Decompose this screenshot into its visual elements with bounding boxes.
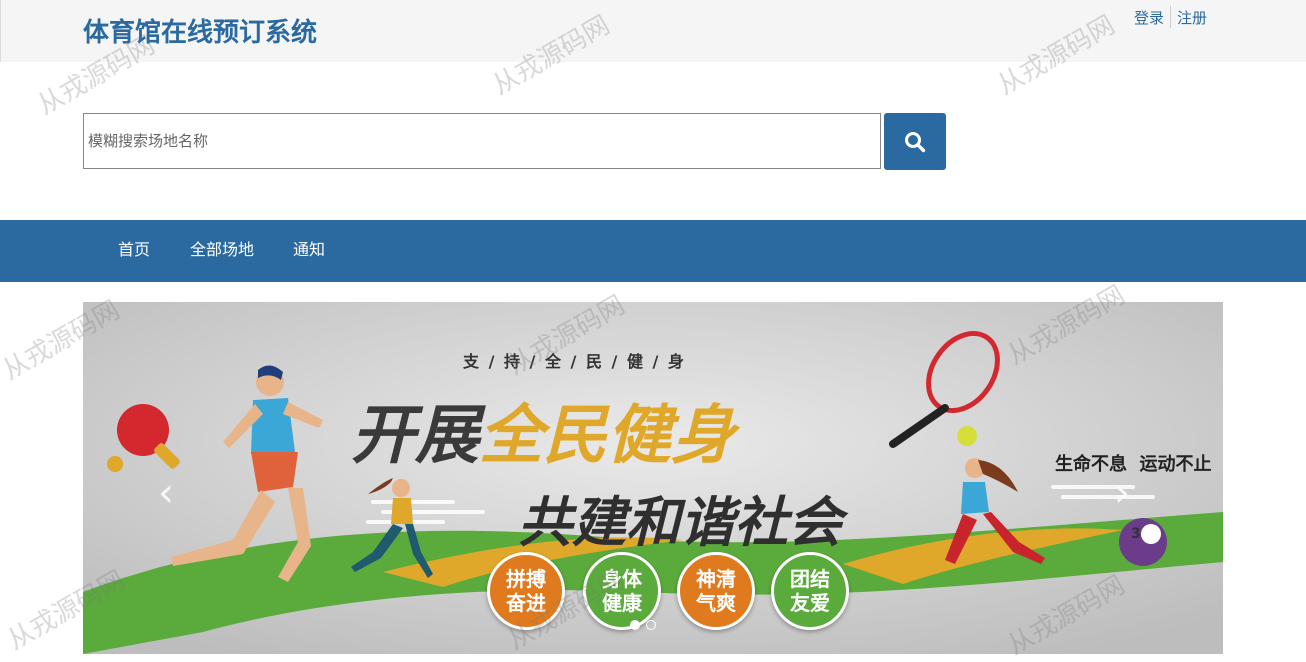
badge-4-line2: 友爱 bbox=[790, 591, 830, 615]
badge-3: 神清 气爽 bbox=[677, 552, 755, 630]
badge-4: 团结 友爱 bbox=[771, 552, 849, 630]
billiard-ball-icon bbox=[1119, 518, 1167, 566]
nav-item-all-venues[interactable]: 全部场地 bbox=[190, 220, 254, 282]
site-title[interactable]: 体育馆在线预订系统 bbox=[83, 12, 317, 49]
banner-subheadline: 共建和谐社会 bbox=[518, 491, 842, 554]
search-bar bbox=[83, 113, 946, 170]
banner-top-text: 支 / 持 / 全 / 民 / 健 / 身 bbox=[463, 352, 686, 371]
carousel-prev-arrow-icon[interactable]: ‹ bbox=[158, 470, 174, 516]
carousel-next-arrow-icon[interactable]: › bbox=[1114, 470, 1130, 516]
banner-headline-dark: 开展 bbox=[351, 399, 479, 473]
banner-slogan: 生命不息 运动不止 bbox=[1055, 454, 1212, 475]
badge-1-line2: 奋进 bbox=[506, 591, 546, 615]
search-button[interactable] bbox=[884, 113, 946, 170]
banner-headline-gold: 全民健身 bbox=[479, 399, 735, 473]
badge-2: 身体 健康 bbox=[583, 552, 661, 630]
auth-links: 登录 注册 bbox=[1128, 6, 1213, 28]
nav-item-notices[interactable]: 通知 bbox=[293, 220, 325, 282]
badge-4-line1: 团结 bbox=[790, 567, 830, 591]
badge-3-line2: 气爽 bbox=[696, 591, 736, 615]
carousel-dot-2[interactable] bbox=[646, 620, 656, 630]
search-input[interactable] bbox=[83, 113, 881, 169]
badge-2-line2: 健康 bbox=[602, 591, 642, 615]
badge-1: 拼搏 奋进 bbox=[487, 552, 565, 630]
carousel-indicators bbox=[630, 620, 656, 630]
banner-carousel[interactable]: 支 / 持 / 全 / 民 / 健 / 身 开展 全民健身 共建和谐社会 生命不… bbox=[83, 302, 1223, 654]
badge-1-line1: 拼搏 bbox=[506, 567, 546, 591]
badge-3-line1: 神清 bbox=[696, 567, 736, 591]
nav-item-home[interactable]: 首页 bbox=[118, 220, 150, 282]
badge-2-line1: 身体 bbox=[602, 567, 642, 591]
main-nav: 首页 全部场地 通知 bbox=[0, 220, 1306, 282]
banner-headline: 开展 全民健身 bbox=[351, 384, 735, 476]
register-link[interactable]: 注册 bbox=[1171, 7, 1213, 28]
carousel-dot-1[interactable] bbox=[630, 620, 640, 630]
login-link[interactable]: 登录 bbox=[1128, 7, 1170, 28]
billiard-ball-number: 3 bbox=[1131, 526, 1141, 542]
search-icon bbox=[905, 131, 926, 152]
